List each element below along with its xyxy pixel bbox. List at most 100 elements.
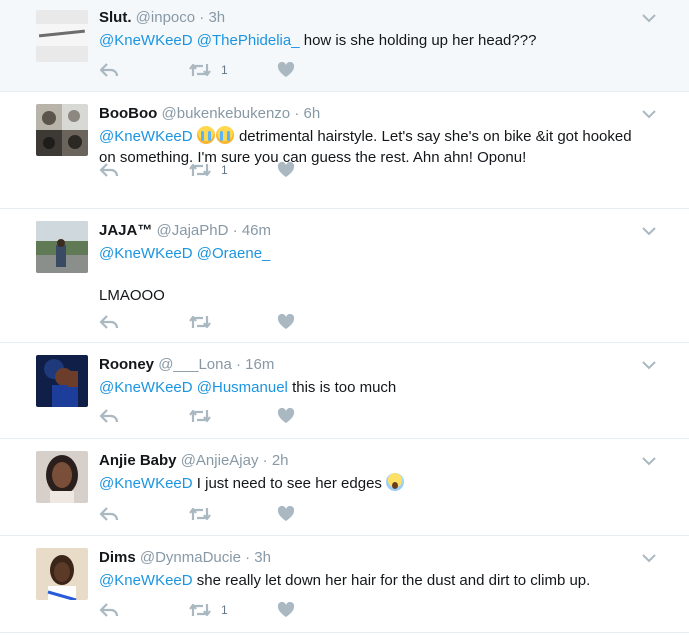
tweet-text: @KneWKeeD @Oraene_ LMAOOO	[99, 243, 649, 306]
tweet-actions: 1	[99, 161, 319, 179]
chevron-down-icon[interactable]	[641, 552, 657, 564]
retweet-button[interactable]	[189, 313, 221, 331]
retweet-icon	[189, 63, 211, 77]
crying-face-emoji	[196, 126, 215, 144]
tweet-header: Slut. @inpoco · 3h	[99, 9, 226, 26]
tweet-body: LMAOOO	[99, 287, 165, 304]
user-handle[interactable]: @AnjieAjay	[181, 452, 259, 469]
mention-link[interactable]: @KneWKeeD	[99, 245, 193, 262]
timestamp[interactable]: 2h	[272, 452, 289, 469]
user-handle[interactable]: @JajaPhD	[157, 222, 229, 239]
heart-icon	[277, 408, 295, 423]
tweet-header: Anjie Baby @AnjieAjay · 2h	[99, 452, 289, 469]
tweet-body: this is too much	[292, 379, 397, 396]
tweet[interactable]: Anjie Baby @AnjieAjay · 2h @KneWKeeD I j…	[0, 439, 689, 536]
chevron-down-icon[interactable]	[641, 455, 657, 467]
avatar[interactable]	[36, 104, 88, 156]
heart-icon	[277, 314, 295, 329]
avatar[interactable]	[36, 451, 88, 503]
tweet-text: @KneWKeeD she really let down her hair f…	[99, 570, 649, 591]
tweet[interactable]: Dims @DynmaDucie · 3h @KneWKeeD she real…	[0, 536, 689, 633]
reply-button[interactable]	[99, 61, 119, 79]
retweet-button[interactable]: 1	[189, 61, 228, 79]
reply-button[interactable]	[99, 601, 119, 619]
like-button[interactable]	[277, 161, 295, 179]
heart-icon	[277, 162, 295, 177]
mention-link[interactable]: @KneWKeeD	[99, 32, 193, 49]
mention-link[interactable]: @Husmanuel	[197, 379, 288, 396]
tweet-actions	[99, 505, 319, 523]
like-button[interactable]	[277, 505, 295, 523]
mention-link[interactable]: @Oraene_	[197, 245, 271, 262]
heart-icon	[277, 602, 295, 617]
tweet-text: @KneWKeeD @Husmanuel this is too much	[99, 377, 649, 398]
tweet[interactable]: Rooney @___Lona · 16m @KneWKeeD @Husmanu…	[0, 343, 689, 439]
retweet-count: 1	[221, 603, 228, 617]
mention-link[interactable]: @KneWKeeD	[99, 475, 193, 492]
display-name[interactable]: Dims	[99, 549, 136, 566]
display-name[interactable]: JAJA™	[99, 222, 152, 239]
retweet-count: 1	[221, 163, 228, 177]
mention-link[interactable]: @KneWKeeD	[99, 379, 193, 396]
user-handle[interactable]: @DynmaDucie	[140, 549, 241, 566]
reply-button[interactable]	[99, 505, 119, 523]
tweet-header: Rooney @___Lona · 16m	[99, 356, 275, 373]
tweet[interactable]: Slut. @inpoco · 3h @KneWKeeD @ThePhideli…	[0, 0, 689, 92]
retweet-button[interactable]	[189, 505, 221, 523]
timestamp[interactable]: 3h	[254, 549, 271, 566]
reply-icon	[99, 63, 119, 77]
retweet-icon	[189, 507, 211, 521]
reply-icon	[99, 409, 119, 423]
reply-icon	[99, 315, 119, 329]
tweet[interactable]: BooBoo @bukenkebukenzo · 6h @KneWKeeD de…	[0, 92, 689, 209]
user-handle[interactable]: @inpoco	[136, 9, 195, 26]
screaming-face-emoji	[386, 473, 405, 491]
tweet-text: @KneWKeeD @ThePhidelia_ how is she holdi…	[99, 30, 649, 51]
tweet-body: I just need to see her edges	[196, 475, 382, 492]
retweet-button[interactable]: 1	[189, 601, 228, 619]
user-handle[interactable]: @___Lona	[158, 356, 232, 373]
avatar[interactable]	[36, 221, 88, 273]
heart-icon	[277, 62, 295, 77]
tweet-header: Dims @DynmaDucie · 3h	[99, 549, 271, 566]
display-name[interactable]: Rooney	[99, 356, 154, 373]
retweet-count: 1	[221, 63, 228, 77]
chevron-down-icon[interactable]	[641, 359, 657, 371]
timestamp[interactable]: 6h	[304, 105, 321, 122]
retweet-button[interactable]: 1	[189, 161, 228, 179]
user-handle[interactable]: @bukenkebukenzo	[162, 105, 291, 122]
tweet-text: @KneWKeeD I just need to see her edges	[99, 473, 649, 494]
tweet-body: she really let down her hair for the dus…	[196, 572, 591, 589]
reply-icon	[99, 603, 119, 617]
reply-icon	[99, 507, 119, 521]
display-name[interactable]: Slut.	[99, 9, 132, 26]
retweet-icon	[189, 409, 211, 423]
mention-link[interactable]: @KneWKeeD	[99, 128, 193, 145]
timestamp[interactable]: 46m	[242, 222, 271, 239]
avatar[interactable]	[36, 355, 88, 407]
tweet-actions	[99, 313, 319, 331]
like-button[interactable]	[277, 61, 295, 79]
chevron-down-icon[interactable]	[641, 12, 657, 24]
chevron-down-icon[interactable]	[641, 225, 657, 237]
like-button[interactable]	[277, 407, 295, 425]
avatar[interactable]	[36, 548, 88, 600]
reply-button[interactable]	[99, 313, 119, 331]
avatar[interactable]	[36, 10, 88, 62]
like-button[interactable]	[277, 313, 295, 331]
retweet-icon	[189, 603, 211, 617]
retweet-button[interactable]	[189, 407, 221, 425]
timestamp[interactable]: 3h	[208, 9, 225, 26]
like-button[interactable]	[277, 601, 295, 619]
mention-link[interactable]: @ThePhidelia_	[197, 32, 300, 49]
chevron-down-icon[interactable]	[641, 108, 657, 120]
tweet[interactable]: JAJA™ @JajaPhD · 46m @KneWKeeD @Oraene_ …	[0, 209, 689, 343]
tweet-header: BooBoo @bukenkebukenzo · 6h	[99, 105, 321, 122]
reply-button[interactable]	[99, 407, 119, 425]
display-name[interactable]: BooBoo	[99, 105, 157, 122]
mention-link[interactable]: @KneWKeeD	[99, 572, 193, 589]
tweet-actions: 1	[99, 601, 319, 619]
reply-button[interactable]	[99, 161, 119, 179]
display-name[interactable]: Anjie Baby	[99, 452, 177, 469]
timestamp[interactable]: 16m	[245, 356, 274, 373]
